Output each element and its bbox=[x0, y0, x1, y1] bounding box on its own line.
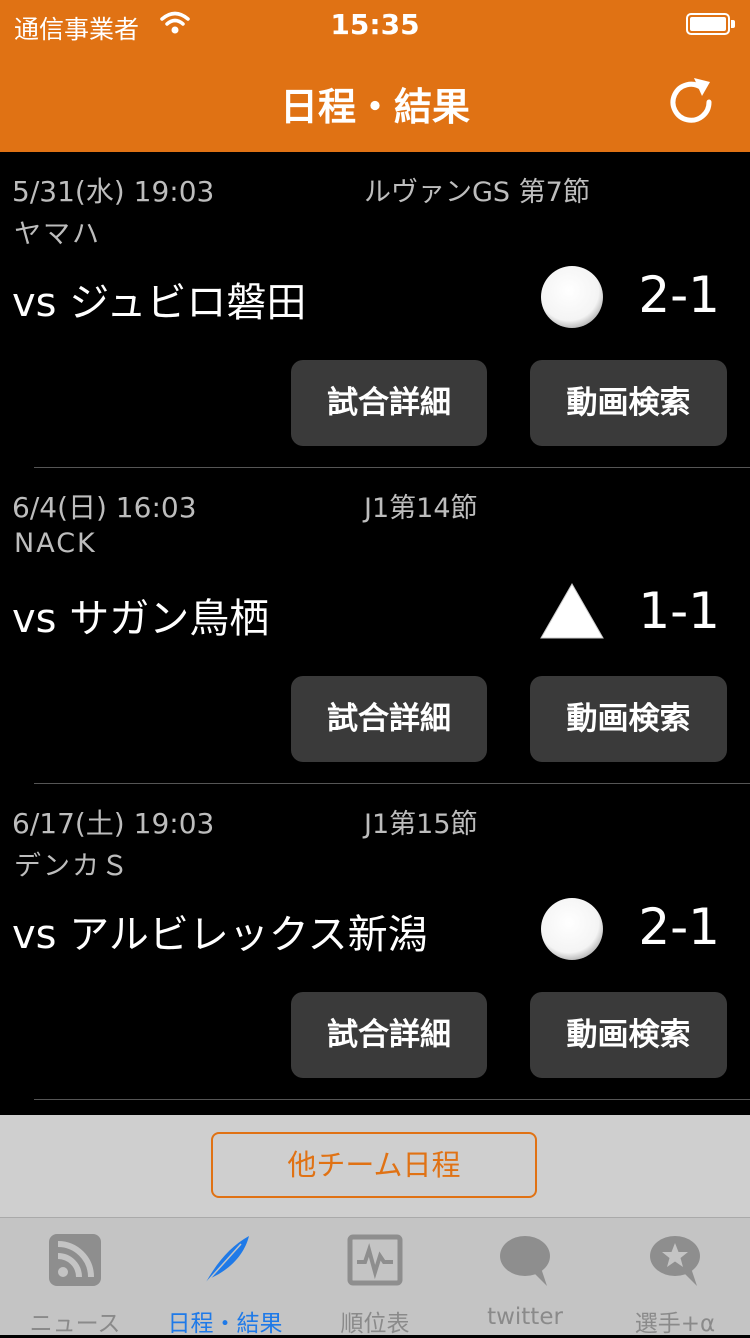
status-time: 15:35 bbox=[330, 8, 420, 41]
match-venue: デンカＳ bbox=[14, 851, 130, 882]
win-circle-icon bbox=[541, 898, 603, 960]
match-competition: J1第14節 bbox=[364, 493, 478, 524]
bottom-action-bar: 他チーム日程 bbox=[0, 1115, 750, 1217]
match-opponent: vs サガン鳥栖 bbox=[12, 596, 270, 642]
page-title: 日程・結果 bbox=[279, 85, 470, 129]
video-search-button[interactable]: 動画検索 bbox=[530, 676, 727, 762]
match-score: 2-1 bbox=[638, 266, 720, 324]
tab-news[interactable]: ニュース bbox=[0, 1218, 150, 1337]
tab-label: 日程・結果 bbox=[167, 1311, 283, 1337]
rss-icon bbox=[49, 1234, 101, 1286]
chart-board-icon bbox=[347, 1234, 403, 1286]
match-venue: NACK bbox=[14, 528, 97, 559]
match-row: 5/31(水) 19:03 ルヴァンGS 第7節 ヤマハ vs ジュビロ磐田 2… bbox=[0, 152, 750, 468]
tab-schedule-results[interactable]: 日程・結果 bbox=[150, 1218, 300, 1337]
tab-standings[interactable]: 順位表 bbox=[300, 1218, 450, 1337]
chat-bubble-icon bbox=[500, 1236, 550, 1286]
star-bubble-icon bbox=[650, 1236, 700, 1286]
match-opponent: vs アルビレックス新潟 bbox=[12, 912, 428, 958]
header: 通信事業者 15:35 日程・結果 bbox=[0, 0, 750, 152]
feather-icon bbox=[204, 1236, 249, 1285]
match-detail-button[interactable]: 試合詳細 bbox=[291, 676, 487, 762]
win-circle-icon bbox=[541, 266, 603, 328]
match-competition: J1第15節 bbox=[364, 809, 478, 840]
status-bar: 通信事業者 15:35 bbox=[0, 0, 750, 50]
match-venue: ヤマハ bbox=[14, 219, 101, 250]
match-date: 5/31(水) 19:03 bbox=[12, 175, 215, 208]
tab-players[interactable]: 選手+α bbox=[600, 1218, 750, 1337]
match-detail-button[interactable]: 試合詳細 bbox=[291, 992, 487, 1078]
row-divider bbox=[34, 1099, 750, 1100]
match-date: 6/17(土) 19:03 bbox=[12, 807, 215, 840]
match-row: 6/17(土) 19:03 J1第15節 デンカＳ vs アルビレックス新潟 2… bbox=[0, 784, 750, 1100]
tab-bar: ニュース 日程・結果 順位表 twitter 選手+α bbox=[0, 1217, 750, 1337]
tab-label: ニュース bbox=[29, 1311, 121, 1337]
other-teams-schedule-button[interactable]: 他チーム日程 bbox=[211, 1132, 537, 1198]
match-row: 6/4(日) 16:03 J1第14節 NACK vs サガン鳥栖 1-1 試合… bbox=[0, 468, 750, 784]
match-competition: ルヴァンGS 第7節 bbox=[364, 177, 590, 208]
match-opponent: vs ジュビロ磐田 bbox=[12, 280, 307, 326]
match-date: 6/4(日) 16:03 bbox=[12, 491, 197, 524]
draw-triangle-icon bbox=[540, 582, 604, 639]
tab-label: 順位表 bbox=[340, 1311, 410, 1337]
video-search-button[interactable]: 動画検索 bbox=[530, 992, 727, 1078]
tab-twitter[interactable]: twitter bbox=[450, 1218, 600, 1335]
match-score: 2-1 bbox=[638, 898, 720, 956]
match-score: 1-1 bbox=[638, 582, 720, 640]
video-search-button[interactable]: 動画検索 bbox=[530, 360, 727, 446]
tab-label: 選手+α bbox=[634, 1311, 716, 1337]
battery-icon bbox=[686, 13, 736, 37]
match-detail-button[interactable]: 試合詳細 bbox=[291, 360, 487, 446]
match-list[interactable]: 5/31(水) 19:03 ルヴァンGS 第7節 ヤマハ vs ジュビロ磐田 2… bbox=[0, 152, 750, 1115]
refresh-icon[interactable] bbox=[666, 72, 716, 126]
tab-label: twitter bbox=[487, 1304, 563, 1330]
